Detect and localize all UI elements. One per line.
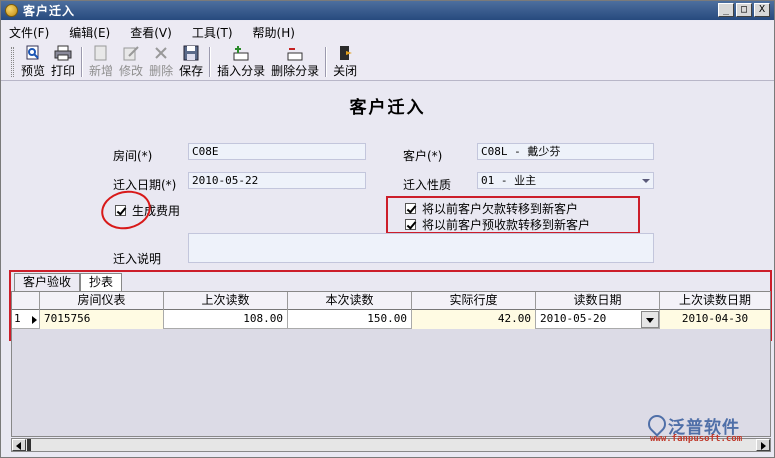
print-button[interactable]: 打印: [48, 43, 78, 79]
scroll-left-icon[interactable]: [12, 439, 26, 451]
window-controls: _ □ X: [718, 3, 770, 17]
save-label: 保存: [179, 64, 204, 78]
new-document-icon: [92, 45, 110, 61]
exit-door-icon: [336, 45, 354, 61]
app-window: 客户迁入 _ □ X 文件(F) 编辑(E) 查看(V) 工具(T) 帮助(H)…: [0, 0, 775, 458]
title-bar: 客户迁入 _ □ X: [1, 1, 774, 20]
edit-label: 修改: [119, 64, 144, 78]
column-header-actual-usage[interactable]: 实际行度: [412, 292, 536, 310]
insert-row-icon: [232, 45, 250, 61]
cell-last-reading-date[interactable]: 2010-04-30: [660, 310, 770, 329]
minimize-button[interactable]: _: [718, 3, 734, 17]
printer-icon: [54, 45, 72, 61]
menu-file[interactable]: 文件(F): [9, 24, 49, 41]
move-in-nature-select[interactable]: 01 - 业主: [477, 172, 654, 189]
transfer-prepaid-label: 将以前客户预收款转移到新客户: [422, 218, 591, 232]
delete-label: 删除: [149, 64, 174, 78]
remark-label: 迁入说明: [113, 252, 162, 266]
room-label: 房间(*): [113, 149, 153, 163]
column-header-last-reading[interactable]: 上次读数: [164, 292, 288, 310]
cell-actual-usage[interactable]: 42.00: [412, 310, 536, 329]
column-header-current-reading[interactable]: 本次读数: [288, 292, 412, 310]
transfer-arrears-label: 将以前客户欠款转移到新客户: [422, 202, 579, 216]
save-icon: [182, 45, 200, 61]
checkbox-checked-icon[interactable]: [405, 219, 416, 230]
reading-date-value: 2010-05-20: [540, 312, 607, 325]
close-window-button[interactable]: X: [754, 3, 770, 17]
row-number: 1: [12, 310, 40, 329]
edit-button[interactable]: 修改: [116, 43, 146, 79]
toolbar-grip[interactable]: [11, 47, 14, 77]
move-in-nature-label: 迁入性质: [403, 178, 452, 192]
insert-entry-label: 插入分录: [217, 64, 266, 78]
toolbar-separator: [325, 47, 328, 77]
room-field[interactable]: C08E: [188, 143, 366, 160]
save-button[interactable]: 保存: [176, 43, 206, 79]
chevron-down-icon[interactable]: [642, 179, 650, 183]
print-label: 打印: [51, 64, 76, 78]
add-button[interactable]: 新增: [86, 43, 116, 79]
form-title: 客户迁入: [349, 98, 426, 118]
window-title: 客户迁入: [23, 4, 76, 18]
row-header-corner: [12, 292, 40, 310]
customer-field[interactable]: C08L - 戴少芬: [477, 143, 654, 160]
cell-meter[interactable]: 7015756: [40, 310, 164, 329]
column-header-meter[interactable]: 房间仪表: [40, 292, 164, 310]
cell-reading-date[interactable]: 2010-05-20: [536, 310, 660, 329]
edit-icon: [122, 45, 140, 61]
cell-last-reading[interactable]: 108.00: [164, 310, 288, 329]
preview-label: 预览: [21, 64, 46, 78]
menu-edit[interactable]: 编辑(E): [69, 24, 110, 41]
tab-customer-acceptance[interactable]: 客户验收: [14, 273, 81, 291]
transfer-prepaid-checkbox[interactable]: 将以前客户预收款转移到新客户: [405, 216, 590, 233]
grid-header: 房间仪表 上次读数 本次读数 实际行度 读数日期 上次读数日期: [12, 292, 770, 310]
add-label: 新增: [89, 64, 114, 78]
checkbox-checked-icon[interactable]: [405, 203, 416, 214]
delete-entry-label: 删除分录: [271, 64, 320, 78]
tab-strip: 客户验收 抄表: [14, 273, 123, 291]
close-button[interactable]: 关闭: [330, 43, 360, 79]
highlight-circle: [97, 186, 155, 234]
preview-icon: [24, 45, 42, 61]
menu-bar: 文件(F) 编辑(E) 查看(V) 工具(T) 帮助(H): [1, 21, 774, 43]
delete-button[interactable]: 删除: [146, 43, 176, 79]
insert-entry-button[interactable]: 插入分录: [214, 43, 268, 79]
remark-textarea[interactable]: [188, 233, 654, 263]
menu-help[interactable]: 帮助(H): [253, 24, 295, 41]
toolbar-separator: [209, 47, 212, 77]
column-header-last-reading-date[interactable]: 上次读数日期: [660, 292, 770, 310]
scroll-thumb[interactable]: [27, 439, 31, 451]
customer-label: 客户(*): [403, 149, 443, 163]
toolbar-separator: [81, 47, 84, 77]
delete-entry-button[interactable]: 删除分录: [268, 43, 322, 79]
watermark-url: www.fanpusoft.com: [650, 434, 743, 444]
fanpu-logo-icon: [644, 411, 670, 437]
app-icon: [5, 4, 18, 17]
delete-icon: [152, 45, 170, 61]
move-in-date-field[interactable]: 2010-05-22: [188, 172, 366, 189]
row-number-text: 1: [14, 312, 21, 325]
move-in-nature-value: 01 - 业主: [481, 174, 537, 187]
current-row-pointer-icon: [32, 316, 37, 324]
tab-meter-reading[interactable]: 抄表: [80, 273, 123, 291]
preview-button[interactable]: 预览: [18, 43, 48, 79]
chevron-down-icon[interactable]: [641, 311, 659, 328]
transfer-arrears-checkbox[interactable]: 将以前客户欠款转移到新客户: [405, 200, 578, 217]
column-header-reading-date[interactable]: 读数日期: [536, 292, 660, 310]
menu-view[interactable]: 查看(V): [130, 24, 172, 41]
delete-row-icon: [286, 45, 304, 61]
watermark: 泛普软件 www.fanpusoft.com: [644, 411, 771, 444]
cell-current-reading[interactable]: 150.00: [288, 310, 412, 329]
maximize-button[interactable]: □: [736, 3, 752, 17]
menu-tools[interactable]: 工具(T): [192, 24, 233, 41]
close-label: 关闭: [333, 64, 358, 78]
toolbar: 预览 打印 新增 修改 删除 保存 插入分录 删除分录 关闭: [1, 43, 774, 81]
table-row[interactable]: 1 7015756 108.00 150.00 42.00 2010-05-20…: [12, 310, 770, 329]
